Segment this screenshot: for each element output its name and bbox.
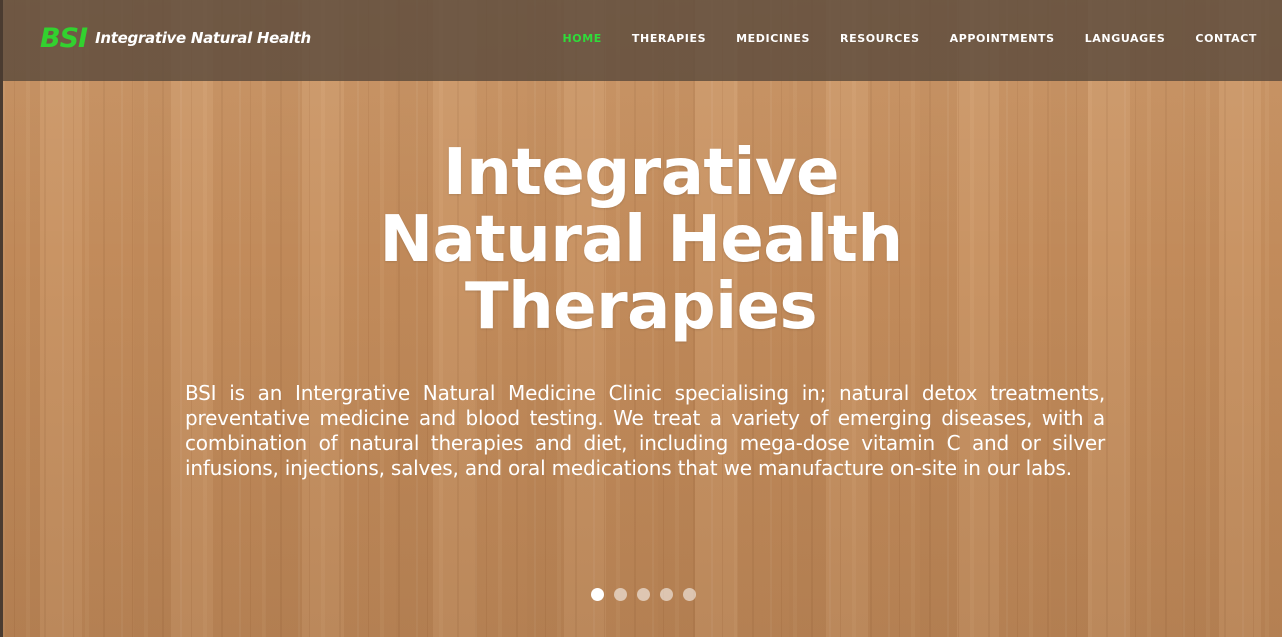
nav-item-languages[interactable]: LANGUAGES [1085,32,1166,45]
slider-dot-2[interactable] [614,588,627,601]
slider-dot-4[interactable] [660,588,673,601]
hero-title-line: Integrative [442,136,840,210]
brand-name: Integrative Natural Health [95,29,311,47]
brand-logo[interactable]: BSI Integrative Natural Health [40,22,311,54]
hero-title-line: Natural Health [379,203,903,277]
page: BSI Integrative Natural Health HOME THER… [0,0,1282,637]
nav-item-contact[interactable]: CONTACT [1195,32,1257,45]
main-nav: HOME THERAPIES MEDICINES RESOURCES APPOI… [532,29,1257,47]
slider-pagination [591,588,696,601]
nav-item-home[interactable]: HOME [562,32,601,45]
hero-title: Integrative Natural Health Therapies [0,140,1282,341]
nav-item-appointments[interactable]: APPOINTMENTS [950,32,1055,45]
slider-dot-3[interactable] [637,588,650,601]
nav-item-medicines[interactable]: MEDICINES [736,32,810,45]
slider-dot-5[interactable] [683,588,696,601]
brand-mark: BSI [40,22,88,54]
nav-item-therapies[interactable]: THERAPIES [632,32,706,45]
hero-description: BSI is an Intergrative Natural Medicine … [185,381,1105,480]
navbar: BSI Integrative Natural Health HOME THER… [3,0,1282,81]
hero-title-line: Therapies [464,270,818,344]
nav-item-resources[interactable]: RESOURCES [840,32,920,45]
slider-dot-1[interactable] [591,588,604,601]
